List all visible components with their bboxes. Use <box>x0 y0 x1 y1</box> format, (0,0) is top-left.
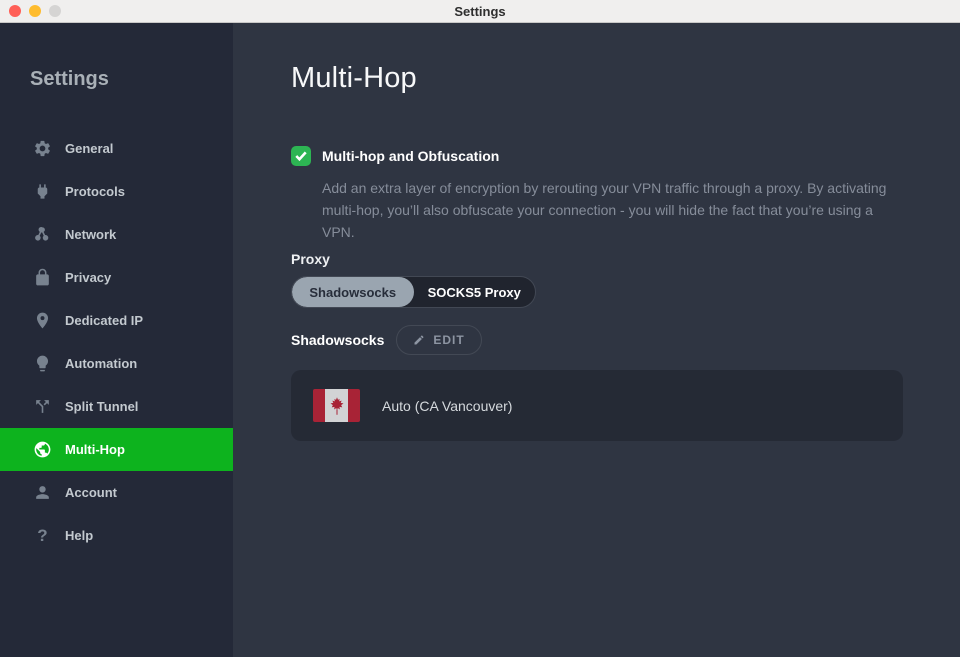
edit-button-label: EDIT <box>433 333 464 347</box>
plug-icon <box>33 182 52 201</box>
sidebar: Settings General Protocols <box>0 23 233 657</box>
sidebar-item-multi-hop[interactable]: Multi-Hop <box>0 428 233 471</box>
question-mark-icon: ? <box>33 526 52 545</box>
sidebar-item-label: Help <box>65 528 93 543</box>
nodes-icon <box>33 225 52 244</box>
edit-button[interactable]: EDIT <box>396 325 481 355</box>
multihop-obfuscation-checkbox[interactable] <box>291 146 311 166</box>
sidebar-item-label: Dedicated IP <box>65 313 143 328</box>
multihop-description: Add an extra layer of encryption by rero… <box>322 177 905 243</box>
proxy-label: Proxy <box>291 251 905 267</box>
window-title: Settings <box>454 4 505 19</box>
server-name: Auto (CA Vancouver) <box>382 398 512 414</box>
split-icon <box>33 397 52 416</box>
sidebar-item-label: Split Tunnel <box>65 399 138 414</box>
sidebar-item-privacy[interactable]: Privacy <box>0 256 233 299</box>
app-body: Settings General Protocols <box>0 23 960 657</box>
segment-socks5-proxy[interactable]: SOCKS5 Proxy <box>414 277 536 307</box>
titlebar: Settings <box>0 0 960 23</box>
settings-window: Settings Settings General Protocols <box>0 0 960 657</box>
sidebar-item-dedicated-ip[interactable]: Dedicated IP <box>0 299 233 342</box>
checkmark-icon <box>295 150 307 162</box>
sidebar-item-help[interactable]: ? Help <box>0 514 233 557</box>
canada-flag <box>313 389 360 422</box>
minimize-button[interactable] <box>29 5 41 17</box>
lock-icon <box>33 268 52 287</box>
sidebar-item-split-tunnel[interactable]: Split Tunnel <box>0 385 233 428</box>
map-pin-icon <box>33 311 52 330</box>
sidebar-heading: Settings <box>0 68 233 91</box>
maple-leaf-icon <box>327 396 347 416</box>
sidebar-item-general[interactable]: General <box>0 127 233 170</box>
gear-icon <box>33 139 52 158</box>
sidebar-item-label: Privacy <box>65 270 111 285</box>
sidebar-item-network[interactable]: Network <box>0 213 233 256</box>
sidebar-item-label: Account <box>65 485 117 500</box>
close-button[interactable] <box>9 5 21 17</box>
sidebar-item-label: General <box>65 141 113 156</box>
multihop-obfuscation-setting: Multi-hop and Obfuscation <box>291 146 905 166</box>
shadowsocks-label: Shadowsocks <box>291 332 384 348</box>
shadowsocks-row: Shadowsocks EDIT <box>291 325 905 355</box>
sidebar-item-label: Network <box>65 227 116 242</box>
traffic-lights <box>9 0 61 22</box>
sidebar-item-account[interactable]: Account <box>0 471 233 514</box>
multihop-obfuscation-label: Multi-hop and Obfuscation <box>322 148 499 164</box>
proxy-type-segmented-control: Shadowsocks SOCKS5 Proxy <box>291 276 536 308</box>
shadowsocks-server-card[interactable]: Auto (CA Vancouver) <box>291 370 903 441</box>
sidebar-item-label: Multi-Hop <box>65 442 125 457</box>
segment-shadowsocks[interactable]: Shadowsocks <box>292 277 414 307</box>
globe-icon <box>33 440 52 459</box>
page-title: Multi-Hop <box>291 62 905 95</box>
main-content: Multi-Hop Multi-hop and Obfuscation Add … <box>233 23 960 657</box>
lightbulb-icon <box>33 354 52 373</box>
sidebar-item-automation[interactable]: Automation <box>0 342 233 385</box>
sidebar-item-label: Automation <box>65 356 137 371</box>
zoom-button <box>49 5 61 17</box>
sidebar-item-label: Protocols <box>65 184 125 199</box>
person-icon <box>33 483 52 502</box>
sidebar-item-protocols[interactable]: Protocols <box>0 170 233 213</box>
pencil-icon <box>413 334 425 346</box>
sidebar-nav: General Protocols Network <box>0 127 233 557</box>
